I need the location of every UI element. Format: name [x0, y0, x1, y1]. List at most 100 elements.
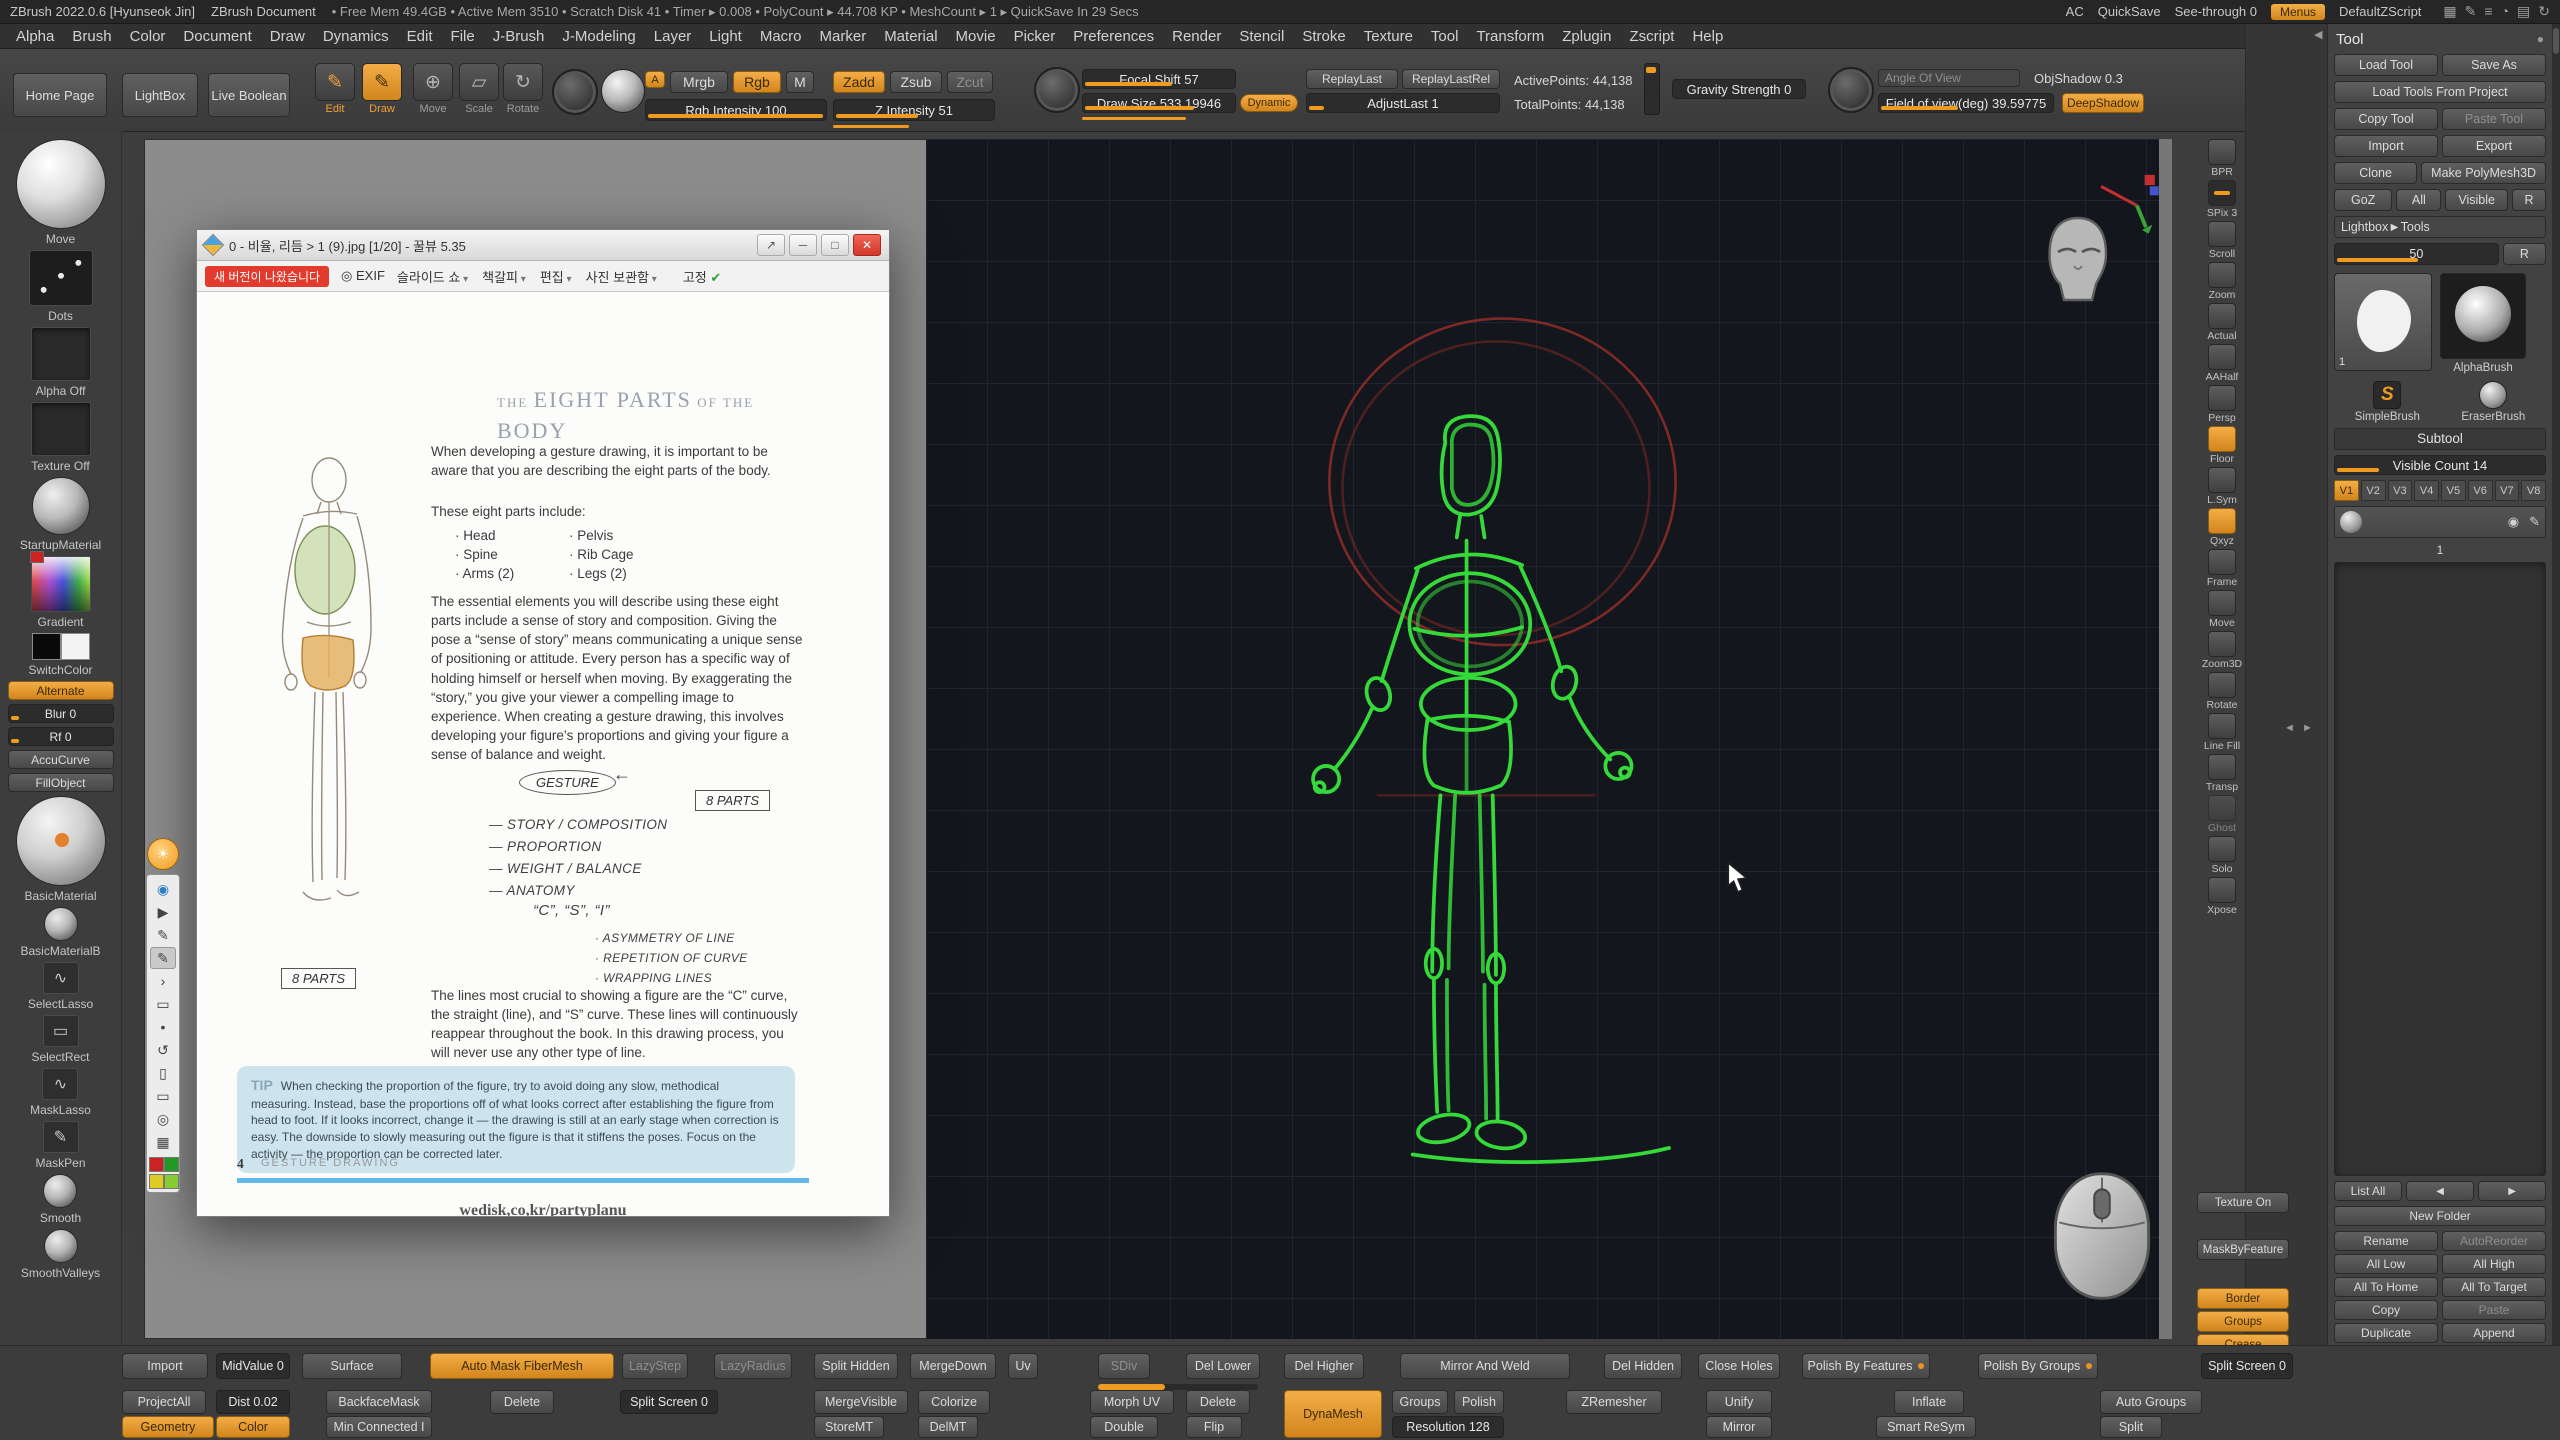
undo-icon[interactable]: ↺ [150, 1039, 176, 1061]
color-swatch-3[interactable] [149, 1174, 164, 1189]
fullscreen-icon[interactable]: ↗ [757, 234, 785, 256]
bottom-del-lower-button[interactable]: Del Lower [1186, 1353, 1260, 1379]
shelf-scroll[interactable]: Scroll [2199, 221, 2245, 260]
subtool-tab-v7[interactable]: V7 [2495, 480, 2520, 501]
z-intensity-slider[interactable]: Z Intensity 51 [833, 99, 995, 121]
menu-brush[interactable]: Brush [64, 26, 119, 47]
chevron-icon[interactable]: › [150, 970, 176, 992]
bottom-projectall-button[interactable]: ProjectAll [122, 1390, 206, 1414]
viewer-menu-item[interactable]: 편집 [540, 270, 572, 285]
shelf-xpose[interactable]: Xpose [2199, 877, 2245, 916]
menu-layer[interactable]: Layer [646, 26, 700, 47]
bottom-lazystep-button[interactable]: LazyStep [622, 1353, 688, 1379]
dock-groups[interactable]: Groups [2197, 1311, 2289, 1332]
update-badge-button[interactable]: 새 버전이 나왔습니다 [205, 266, 329, 287]
menu-preferences[interactable]: Preferences [1065, 26, 1162, 47]
append-button[interactable]: Append [2442, 1323, 2546, 1343]
masklasso-icon[interactable]: ∿ [42, 1068, 78, 1100]
shelf-aahalf[interactable]: AAHalf [2199, 344, 2245, 383]
draw-size-slider[interactable]: Draw Size 533.19946 [1082, 93, 1236, 113]
export-button[interactable]: Export [2442, 135, 2546, 157]
menu-zplugin[interactable]: Zplugin [1554, 26, 1619, 47]
refresh-icon[interactable]: ↻ [2538, 3, 2550, 19]
adjust-last-slider[interactable]: AdjustLast 1 [1306, 93, 1500, 113]
all-button[interactable]: All [2396, 189, 2441, 211]
subtool-item-row[interactable]: ◉ ✎ [2334, 506, 2546, 538]
selectrect-icon[interactable]: ▭ [43, 1015, 79, 1047]
subtool-tab-v6[interactable]: V6 [2468, 480, 2493, 501]
menu-zscript[interactable]: Zscript [1621, 26, 1682, 47]
copy-tool-button[interactable]: Copy Tool [2334, 108, 2438, 130]
zsub-button[interactable]: Zsub [890, 71, 942, 93]
load-tools-from-project-button[interactable]: Load Tools From Project [2334, 81, 2546, 103]
save-as-button[interactable]: Save As [2442, 54, 2546, 76]
menu-draw[interactable]: Draw [262, 26, 313, 47]
bottom-dist-0-02-button[interactable]: Dist 0.02 [216, 1390, 290, 1414]
fov-slider[interactable]: Field of view(deg) 39.59775 [1878, 93, 2054, 113]
bottom-mergedown-button[interactable]: MergeDown [910, 1353, 996, 1379]
shelf-zoom3d[interactable]: Zoom3D [2199, 631, 2245, 670]
alpha-off-icon[interactable] [31, 327, 91, 381]
current-tool-thumbnail[interactable]: 1 [2334, 273, 2432, 371]
bottom-smart-resym-button[interactable]: Smart ReSym [1876, 1416, 1976, 1438]
menu-texture[interactable]: Texture [1356, 26, 1421, 47]
pen-icon[interactable]: ✎ [150, 924, 176, 946]
menu-j-brush[interactable]: J-Brush [485, 26, 553, 47]
bottom-split-button[interactable]: Split [2100, 1416, 2162, 1438]
basicmaterialb-icon[interactable] [44, 907, 78, 941]
replay-last-rel-button[interactable]: ReplayLastRel [1402, 69, 1500, 89]
focal-shift-slider[interactable]: Focal Shift 57 [1082, 69, 1236, 89]
autoreorder-button[interactable]: AutoReorder [2442, 1231, 2546, 1251]
bottom-storemt-button[interactable]: StoreMT [814, 1416, 884, 1438]
bottom-groups-button[interactable]: Groups [1392, 1390, 1448, 1414]
rgb-button[interactable]: Rgb [733, 71, 781, 93]
home-page-button[interactable]: Home Page [13, 73, 107, 117]
switchcolor-icon[interactable] [30, 633, 92, 660]
visible-button[interactable]: Visible [2445, 189, 2508, 211]
subtool-tab-v3[interactable]: V3 [2388, 480, 2413, 501]
viewer-titlebar[interactable]: 0 - 비율, 리듬 > 1 (9).jpg [1/20] - 꿀뷰 5.35 … [197, 230, 889, 261]
bottom-auto-groups-button[interactable]: Auto Groups [2100, 1390, 2202, 1414]
rgb-intensity-slider[interactable]: Rgb Intensity 100 [645, 99, 827, 121]
shelf-l-sym[interactable]: L.Sym [2199, 467, 2245, 506]
pin-menu-item[interactable]: 고정 ✔ [683, 267, 721, 286]
shelf-solo[interactable]: Solo [2199, 836, 2245, 875]
shelf-frame[interactable]: Frame [2199, 549, 2245, 588]
alpha-brush-thumbnail[interactable] [2440, 273, 2526, 359]
bottom-morph-uv-button[interactable]: Morph UV [1090, 1390, 1174, 1414]
duplicate-button[interactable]: Duplicate [2334, 1323, 2438, 1343]
bottom-polish-by-groups-button[interactable]: Polish By Groups [1978, 1353, 2098, 1379]
deep-shadow-button[interactable]: DeepShadow [2062, 93, 2144, 113]
simple-brush[interactable]: S SimpleBrush [2355, 381, 2420, 423]
subtool-tab-v2[interactable]: V2 [2361, 480, 2386, 501]
focal-icon[interactable] [1034, 67, 1080, 113]
menu-j-modeling[interactable]: J-Modeling [554, 26, 643, 47]
material-preview[interactable] [601, 69, 645, 113]
bottom-min-connected-i-button[interactable]: Min Connected I [326, 1416, 432, 1438]
goz-button[interactable]: GoZ [2334, 189, 2392, 211]
brush-edit-icon[interactable]: ✎ [2529, 514, 2540, 530]
eraser-brush[interactable]: EraserBrush [2461, 381, 2525, 423]
shelf-spix-3[interactable]: SPix 3 [2199, 180, 2245, 219]
menu-marker[interactable]: Marker [812, 26, 875, 47]
a-badge[interactable]: A [645, 71, 665, 88]
shelf-bpr[interactable]: BPR [2199, 139, 2245, 178]
shelf-rotate[interactable]: Rotate [2199, 672, 2245, 711]
screen-icon[interactable]: ▭ [150, 1085, 176, 1107]
load-tool-button[interactable]: Load Tool [2334, 54, 2438, 76]
menu-material[interactable]: Material [876, 26, 945, 47]
close-icon[interactable]: ✕ [853, 234, 881, 256]
dot-icon[interactable]: • [150, 1016, 176, 1038]
pencil-icon[interactable]: ✎ [150, 947, 176, 969]
color-swatch-1[interactable] [149, 1157, 164, 1172]
default-zscript-button[interactable]: DefaultZScript [2339, 4, 2421, 19]
bottom-close-holes-button[interactable]: Close Holes [1698, 1353, 1780, 1379]
bottom-import-button[interactable]: Import [122, 1353, 208, 1379]
dots-icon[interactable] [29, 250, 93, 306]
smoothvalleys-icon[interactable] [44, 1229, 78, 1263]
mrgb-button[interactable]: Mrgb [670, 71, 728, 93]
selectlasso-icon[interactable]: ∿ [43, 962, 79, 994]
bottom-split-screen-0-button[interactable]: Split Screen 0 [620, 1390, 718, 1414]
texture-off-icon[interactable] [31, 402, 91, 456]
minimize-icon[interactable]: ─ [789, 234, 817, 256]
